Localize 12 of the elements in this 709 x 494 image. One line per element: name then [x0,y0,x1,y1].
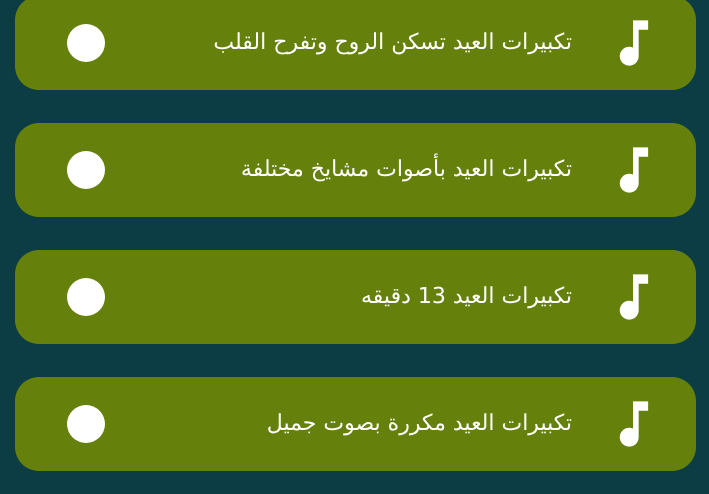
track-title: تكبيرات العيد بأصوات مشايخ مختلفة [182,147,572,193]
track-card[interactable]: تكبيرات العيد 13 دقيقه [15,250,696,344]
track-title: تكبيرات العيد 13 دقيقه [360,283,572,311]
dot-icon [67,151,105,189]
track-card[interactable]: تكبيرات العيد مكررة بصوت جميل [15,377,696,471]
track-title: تكبيرات العيد تسكن الروح وتفرح القلب [212,29,572,57]
dot-icon [67,24,105,62]
track-card[interactable]: تكبيرات العيد بأصوات مشايخ مختلفة [15,123,696,217]
track-title: تكبيرات العيد مكررة بصوت جميل [266,410,572,438]
track-card[interactable]: تكبيرات العيد تسكن الروح وتفرح القلب [15,0,696,90]
dot-icon [67,405,105,443]
dot-icon [67,278,105,316]
